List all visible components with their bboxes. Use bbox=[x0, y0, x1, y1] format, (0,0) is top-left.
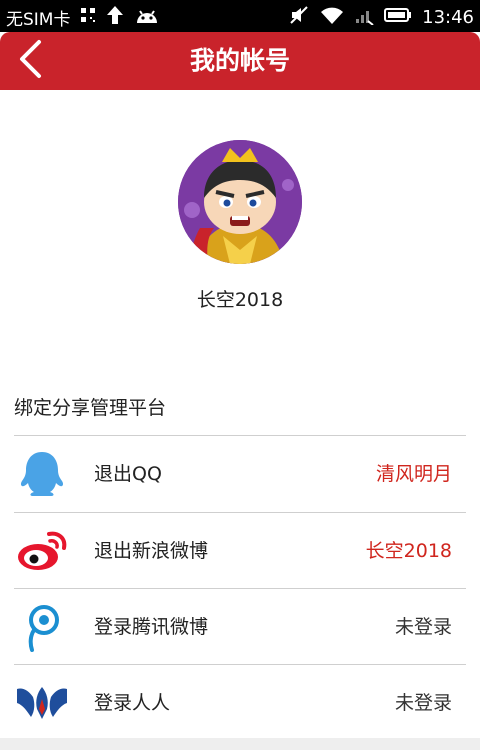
renren-icon bbox=[14, 677, 70, 729]
sina-weibo-icon bbox=[14, 525, 70, 577]
avatar[interactable] bbox=[178, 140, 302, 264]
page-title: 我的帐号 bbox=[189, 46, 290, 75]
row-label: 退出QQ bbox=[94, 463, 162, 485]
row-value: 清风明月 bbox=[375, 463, 452, 485]
username: 长空2018 bbox=[196, 289, 284, 311]
battery-icon bbox=[384, 7, 412, 28]
row-value: 未登录 bbox=[394, 692, 452, 714]
section-title: 绑定分享管理平台 bbox=[14, 397, 167, 419]
upload-arrow-icon bbox=[106, 5, 124, 30]
android-icon bbox=[134, 5, 160, 30]
qq-icon bbox=[14, 448, 70, 500]
row-value: 未登录 bbox=[394, 616, 452, 638]
carrier-text: 无SIM卡 bbox=[6, 10, 71, 30]
qr-icon bbox=[80, 7, 96, 28]
row-qq[interactable]: 退出QQ 清风明月 bbox=[14, 436, 466, 512]
clock: 13:46 bbox=[422, 7, 474, 28]
signal-icon bbox=[354, 5, 374, 30]
tencent-weibo-icon bbox=[14, 601, 70, 653]
row-label: 退出新浪微博 bbox=[94, 540, 209, 562]
row-tencent-weibo[interactable]: 登录腾讯微博 未登录 bbox=[14, 589, 466, 665]
app-bar: 我的帐号 bbox=[0, 32, 480, 90]
wifi-icon bbox=[320, 5, 344, 30]
mute-icon bbox=[288, 5, 310, 30]
row-value: 长空2018 bbox=[365, 540, 452, 562]
row-label: 登录人人 bbox=[94, 692, 171, 714]
row-sina-weibo[interactable]: 退出新浪微博 长空2018 bbox=[14, 513, 466, 589]
status-bar: 无SIM卡 13:46 bbox=[0, 0, 480, 32]
bottom-strip bbox=[0, 738, 480, 750]
row-label: 登录腾讯微博 bbox=[94, 616, 209, 638]
row-renren[interactable]: 登录人人 未登录 bbox=[14, 665, 466, 741]
